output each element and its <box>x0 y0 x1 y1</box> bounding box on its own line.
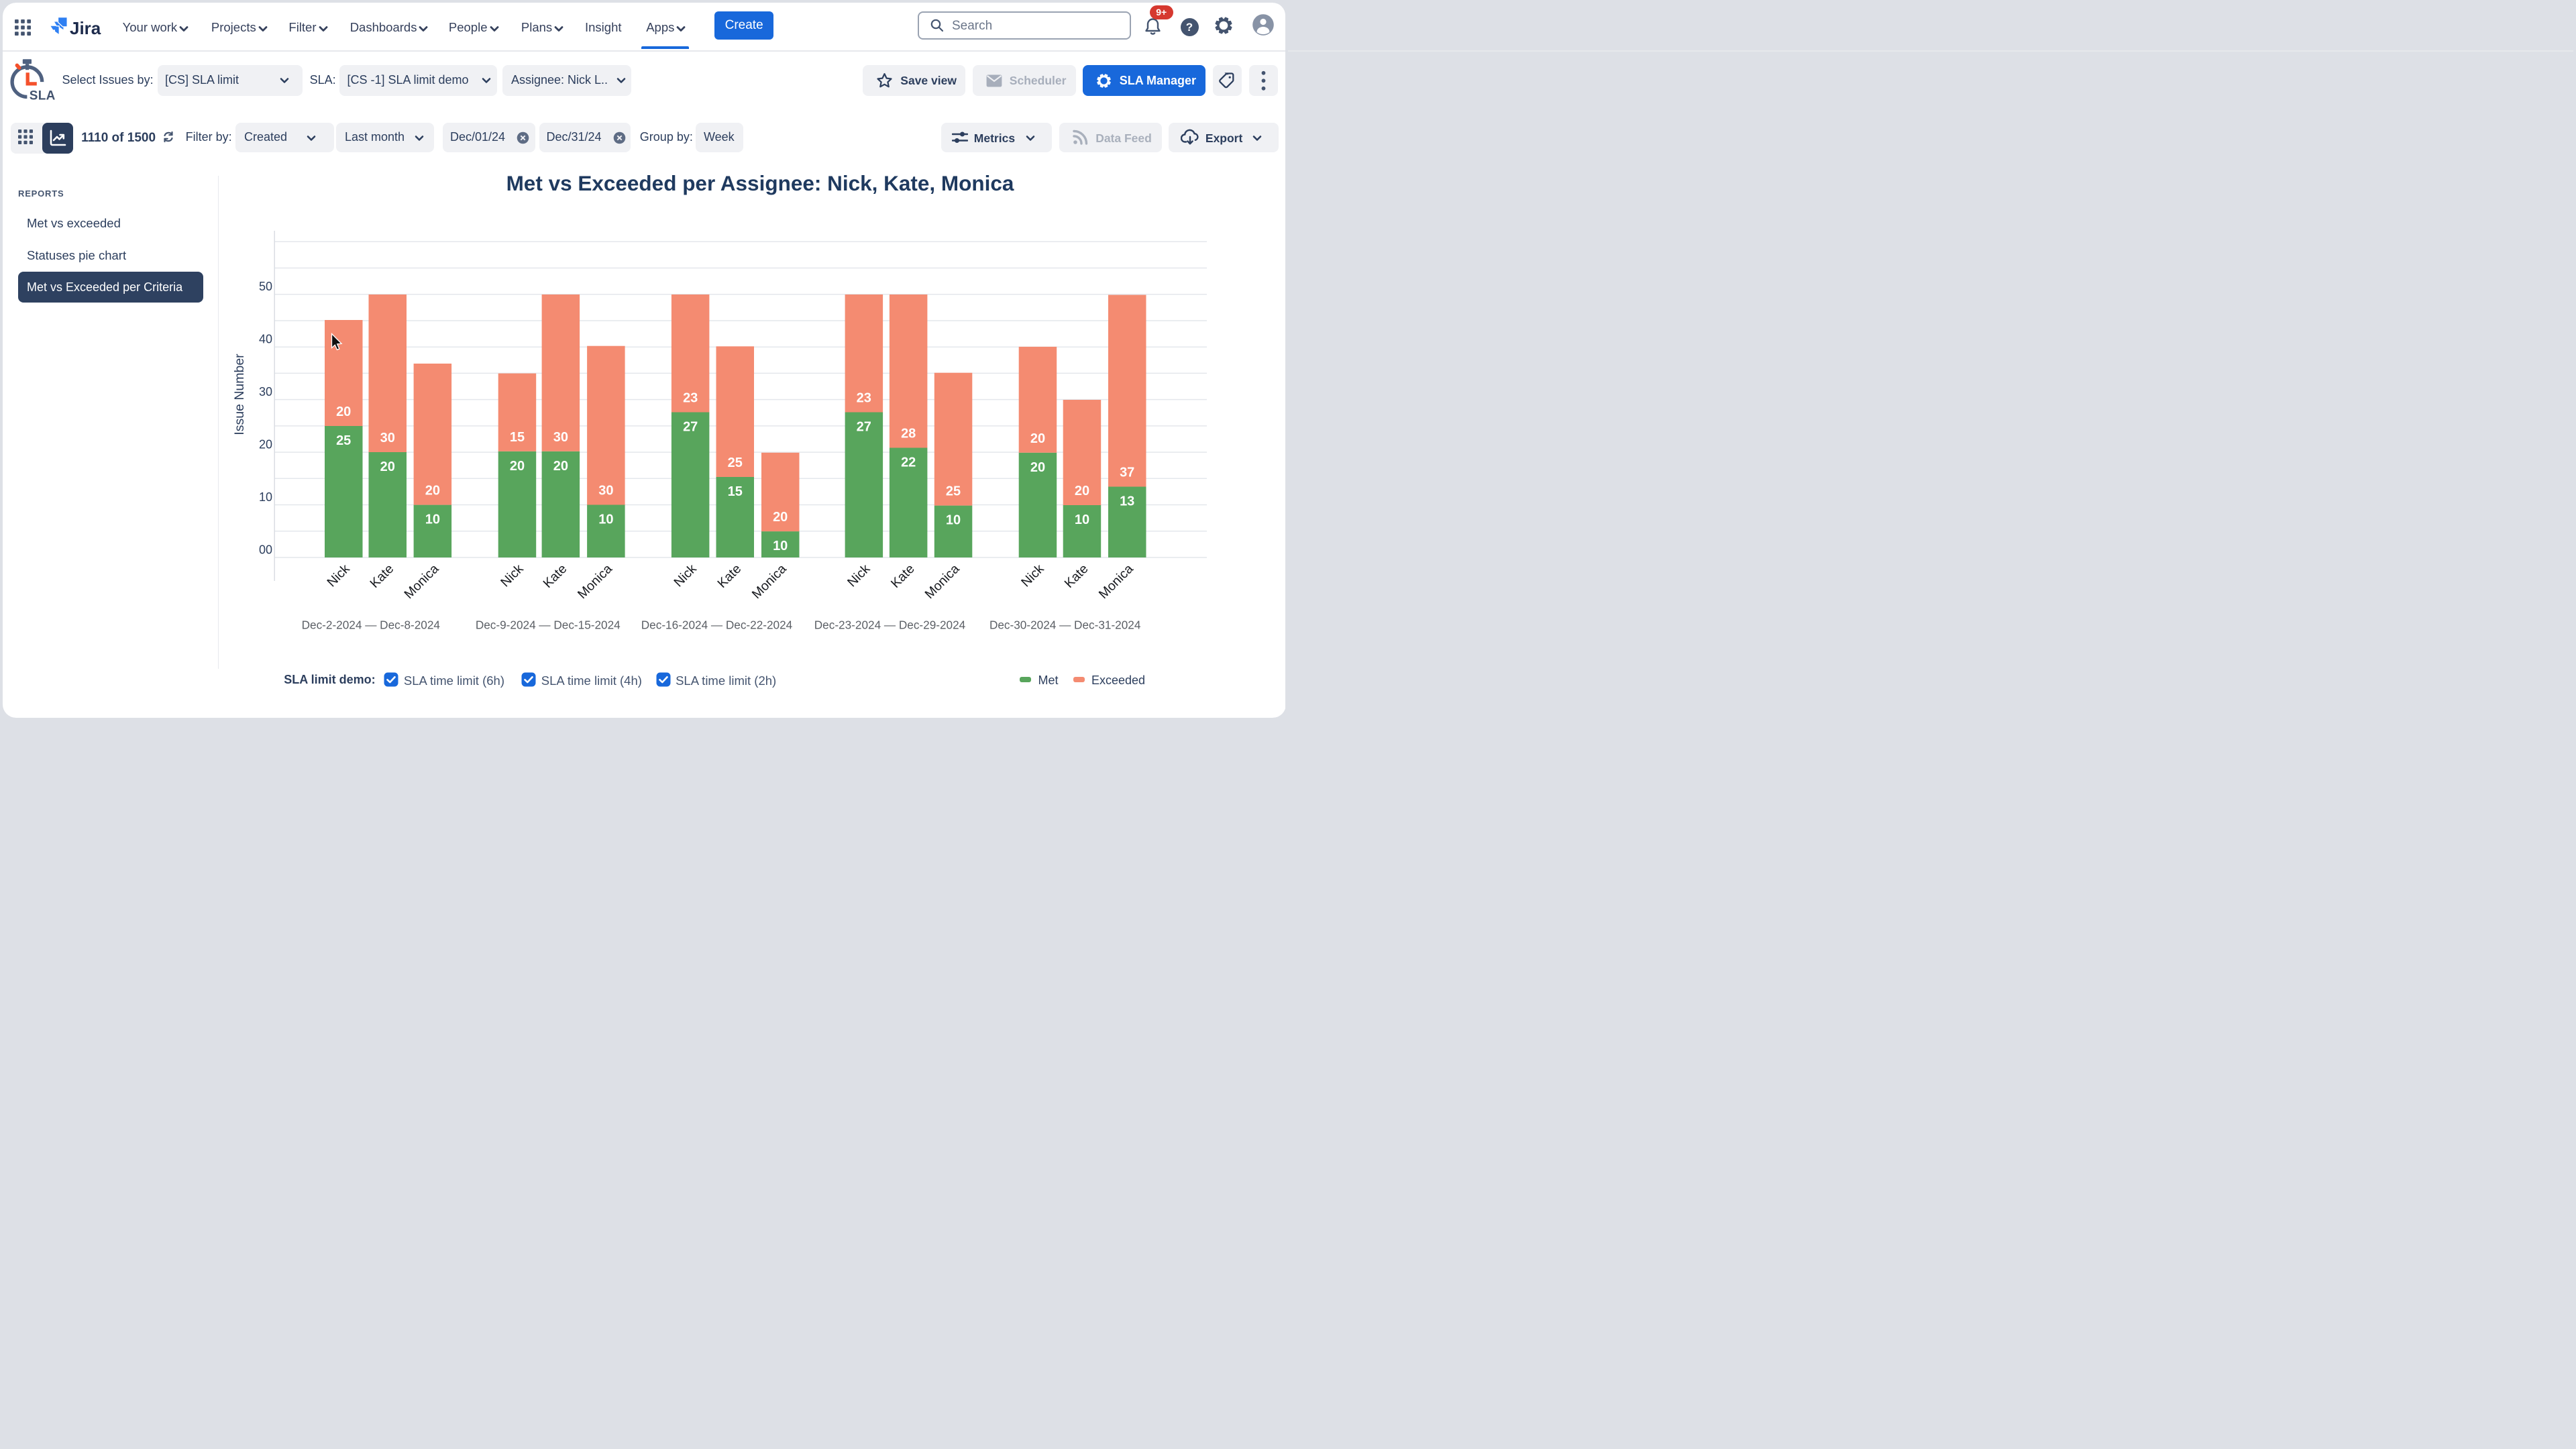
svg-text:Monica: Monica <box>575 561 615 602</box>
svg-text:20: 20 <box>510 459 525 474</box>
svg-text:27: 27 <box>857 420 871 435</box>
svg-text:10: 10 <box>425 513 440 527</box>
svg-text:15: 15 <box>510 430 525 445</box>
svg-text:Issue Number: Issue Number <box>232 354 247 435</box>
svg-text:10: 10 <box>946 513 961 528</box>
svg-text:10: 10 <box>259 490 272 504</box>
svg-text:Nick: Nick <box>1018 561 1047 590</box>
svg-text:20: 20 <box>1075 484 1089 498</box>
svg-text:20: 20 <box>259 438 272 451</box>
svg-text:20: 20 <box>773 510 788 525</box>
svg-text:00: 00 <box>259 543 272 557</box>
svg-text:20: 20 <box>1030 460 1045 475</box>
svg-text:Dec-30-2024 — Dec-31-2024: Dec-30-2024 — Dec-31-2024 <box>989 619 1141 632</box>
svg-text:28: 28 <box>901 427 916 441</box>
svg-text:37: 37 <box>1120 466 1134 480</box>
svg-text:20: 20 <box>425 484 440 498</box>
svg-text:20: 20 <box>553 459 568 474</box>
svg-text:25: 25 <box>336 433 351 448</box>
svg-text:Kate: Kate <box>541 561 570 591</box>
svg-text:22: 22 <box>901 455 916 470</box>
svg-text:Nick: Nick <box>845 561 873 590</box>
svg-text:40: 40 <box>259 333 272 346</box>
svg-text:Nick: Nick <box>671 561 700 590</box>
svg-text:Kate: Kate <box>367 561 396 591</box>
svg-text:10: 10 <box>1075 513 1089 527</box>
svg-text:Kate: Kate <box>888 561 918 591</box>
svg-text:Nick: Nick <box>498 561 527 590</box>
svg-text:30: 30 <box>380 431 395 445</box>
svg-text:10: 10 <box>773 539 788 553</box>
svg-text:25: 25 <box>728 455 743 470</box>
svg-text:25: 25 <box>946 484 961 499</box>
svg-text:Dec-16-2024 — Dec-22-2024: Dec-16-2024 — Dec-22-2024 <box>641 619 793 632</box>
svg-text:Dec-23-2024 — Dec-29-2024: Dec-23-2024 — Dec-29-2024 <box>814 619 966 632</box>
svg-text:30: 30 <box>259 385 272 398</box>
svg-text:Dec-2-2024 — Dec-8-2024: Dec-2-2024 — Dec-8-2024 <box>302 619 441 632</box>
svg-text:30: 30 <box>598 484 613 498</box>
svg-text:10: 10 <box>598 513 613 527</box>
svg-text:Monica: Monica <box>401 561 441 602</box>
svg-text:30: 30 <box>553 430 568 445</box>
svg-text:23: 23 <box>857 391 871 406</box>
svg-text:27: 27 <box>683 420 698 435</box>
svg-text:20: 20 <box>336 405 351 419</box>
svg-text:Monica: Monica <box>749 561 790 602</box>
svg-text:15: 15 <box>728 484 743 499</box>
svg-text:Kate: Kate <box>1062 561 1091 591</box>
svg-text:Nick: Nick <box>324 561 353 590</box>
svg-text:23: 23 <box>683 391 698 406</box>
svg-text:Kate: Kate <box>714 561 744 591</box>
svg-text:Monica: Monica <box>1096 561 1136 602</box>
svg-text:Dec-9-2024 — Dec-15-2024: Dec-9-2024 — Dec-15-2024 <box>476 619 621 632</box>
svg-text:Monica: Monica <box>922 561 963 602</box>
svg-text:20: 20 <box>1030 431 1045 446</box>
svg-text:50: 50 <box>259 280 272 293</box>
svg-text:13: 13 <box>1120 494 1134 509</box>
svg-text:20: 20 <box>380 460 395 474</box>
